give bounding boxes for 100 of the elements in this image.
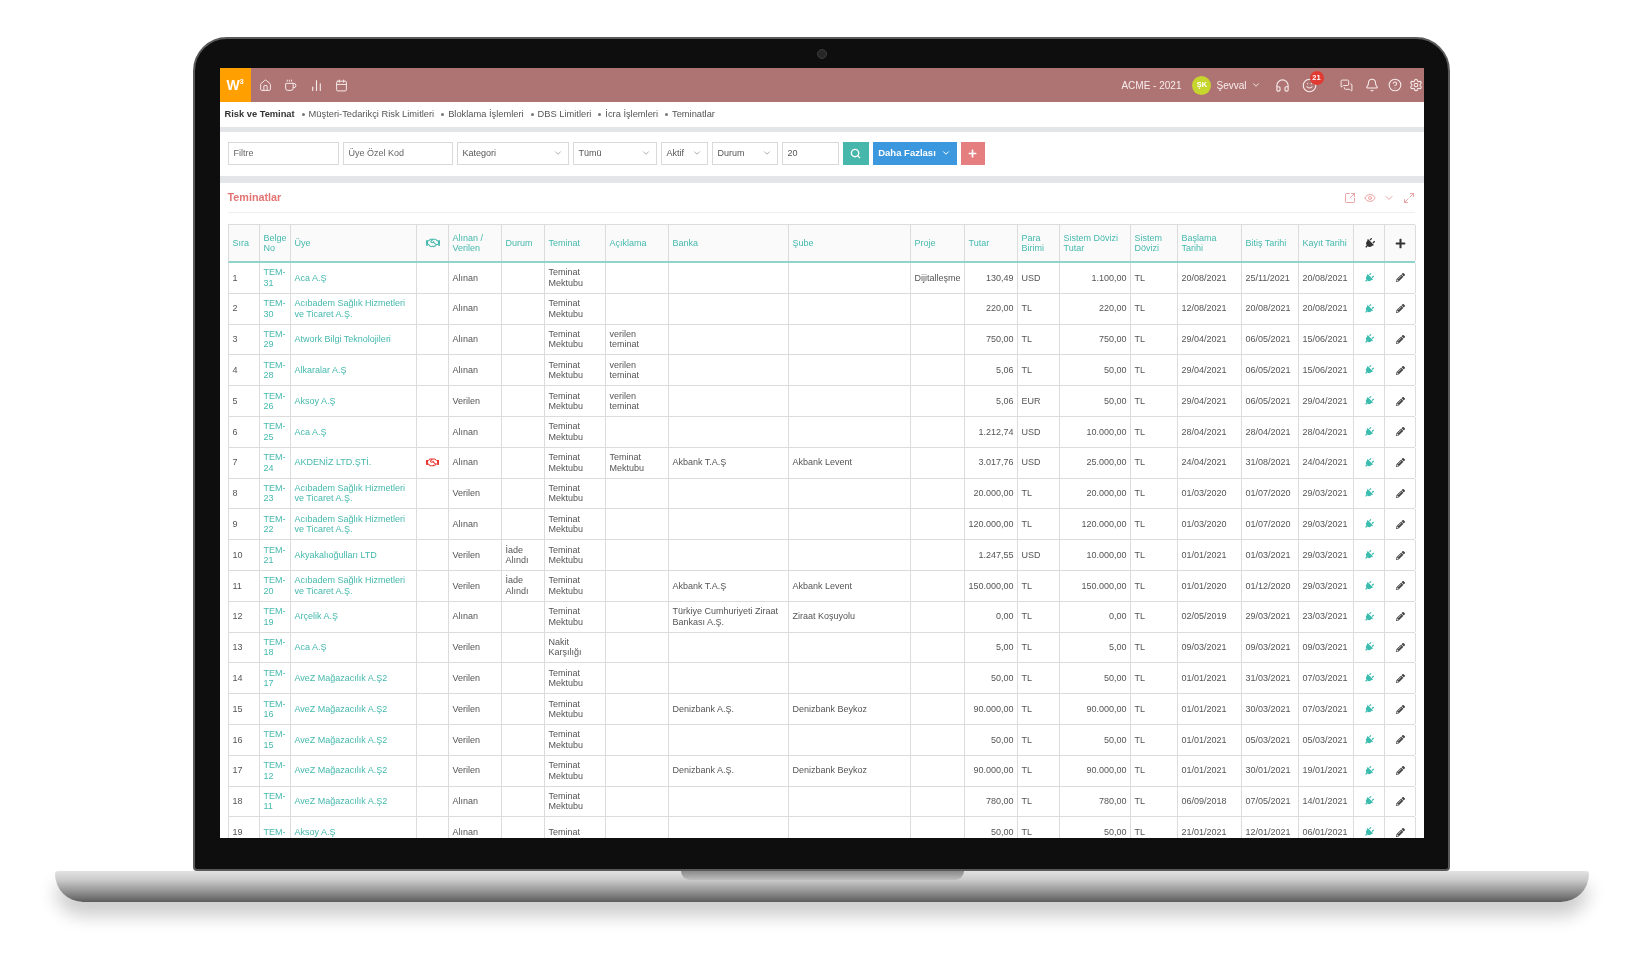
document-link[interactable]: TEM-21 (263, 544, 287, 566)
document-link[interactable]: TEM-26 (263, 390, 287, 412)
document-link[interactable]: TEM-31 (263, 267, 287, 289)
pencil-icon[interactable] (1395, 458, 1405, 468)
member-link[interactable]: Aca A.Ş (294, 642, 327, 653)
breadcrumb-link[interactable]: İcra İşlemleri (605, 107, 658, 122)
column-header[interactable]: Sistem Dövizi (1130, 225, 1178, 261)
pencil-icon[interactable] (1395, 427, 1405, 437)
document-link[interactable]: TEM-16 (263, 698, 287, 720)
filter-dropdown[interactable]: Tümü (572, 142, 657, 165)
pencil-icon[interactable] (1395, 488, 1405, 498)
column-header[interactable]: Bitiş Tarihi (1241, 225, 1299, 261)
export-icon[interactable] (1344, 191, 1356, 204)
document-link[interactable]: TEM-25 (263, 421, 287, 443)
document-link[interactable]: TEM-30 (263, 298, 287, 320)
document-link[interactable]: TEM-18 (263, 636, 287, 658)
bell-icon[interactable] (1364, 78, 1379, 92)
search-button[interactable] (842, 142, 869, 165)
app-logo[interactable]: W$^{3}$ (219, 68, 251, 102)
column-header[interactable]: Proje (910, 225, 965, 261)
pencil-icon[interactable] (1395, 304, 1405, 314)
document-link[interactable]: TEM-29 (263, 329, 287, 350)
filter-input[interactable]: Üye Özel Kod (342, 142, 453, 165)
member-link[interactable]: Akyakalıoğulları LTD (294, 549, 377, 561)
help-icon[interactable] (1387, 78, 1402, 92)
column-header[interactable]: Sistem Dövizi Tutar (1059, 225, 1131, 261)
column-header[interactable]: Başlama Tarihi (1177, 225, 1242, 261)
column-header[interactable]: Açıklama (605, 225, 669, 261)
pencil-icon[interactable] (1395, 673, 1405, 683)
user-menu[interactable]: Şevval (1216, 77, 1261, 93)
document-link[interactable]: TEM- (263, 827, 286, 838)
breadcrumb-link[interactable]: Müşteri-Tedarikçi Risk Limitleri (308, 107, 435, 122)
document-link[interactable]: TEM-19 (263, 606, 287, 628)
member-link[interactable]: AveZ Mağazacılık A.Ş2 (294, 673, 388, 684)
pencil-icon[interactable] (1395, 796, 1405, 806)
breadcrumb-link[interactable]: Bloklama İşlemleri (448, 107, 524, 122)
member-link[interactable]: Arçelik A.Ş (294, 611, 338, 622)
pencil-icon[interactable] (1395, 273, 1405, 283)
more-button[interactable]: Daha Fazlası (872, 142, 957, 165)
filter-dropdown[interactable]: Kategori (456, 142, 569, 165)
member-link[interactable]: Aca A.Ş (294, 272, 327, 284)
column-header[interactable]: Belge No (259, 225, 291, 261)
calendar-icon[interactable] (335, 78, 348, 92)
column-header[interactable]: Durum (501, 225, 545, 261)
column-header[interactable]: Tutar (964, 225, 1018, 261)
document-link[interactable]: TEM-20 (263, 575, 287, 597)
pencil-icon[interactable] (1395, 396, 1405, 406)
pencil-icon[interactable] (1395, 642, 1405, 652)
member-link[interactable]: Atwork Bilgi Teknolojileri (294, 334, 391, 345)
member-link[interactable]: Acıbadem Sağlık Hizmetleri ve Ticaret A.Ş. (294, 513, 413, 535)
bar-chart-icon[interactable] (309, 78, 323, 92)
filter-dropdown[interactable]: Aktif (660, 142, 708, 165)
column-header[interactable]: Kayıt Tarihi (1298, 225, 1354, 261)
document-link[interactable]: TEM-24 (263, 452, 287, 474)
pencil-icon[interactable] (1395, 365, 1405, 375)
pencil-icon[interactable] (1395, 335, 1405, 344)
column-header[interactable]: Banka (668, 225, 789, 261)
document-link[interactable]: TEM-23 (263, 482, 287, 504)
settings-icon[interactable] (1408, 78, 1423, 92)
column-header[interactable]: Para Birimi (1017, 225, 1060, 261)
member-link[interactable]: AveZ Mağazacılık A.Ş2 (294, 734, 388, 746)
pencil-icon[interactable] (1395, 766, 1405, 776)
document-link[interactable]: TEM-11 (263, 790, 287, 812)
pencil-icon[interactable] (1395, 612, 1405, 622)
column-header[interactable]: Şube (788, 225, 911, 261)
document-link[interactable]: TEM-12 (263, 760, 287, 782)
home-icon[interactable] (258, 78, 272, 92)
member-link[interactable]: AveZ Mağazacılık A.Ş2 (294, 703, 388, 715)
expand-icon[interactable] (1402, 191, 1415, 204)
column-header[interactable]: Üye (290, 225, 417, 261)
pencil-icon[interactable] (1395, 704, 1405, 714)
member-link[interactable]: AveZ Mağazacılık A.Ş2 (294, 765, 388, 776)
add-button[interactable] (960, 142, 985, 165)
member-link[interactable]: Acıbadem Sağlık Hizmetleri ve Ticaret A.Ş. (294, 575, 413, 597)
breadcrumb-link[interactable]: DBS Limitleri (537, 107, 592, 122)
member-link[interactable]: Alkaralar A.Ş (294, 365, 347, 376)
member-link[interactable]: Aca A.Ş (294, 426, 327, 438)
filter-dropdown[interactable]: Durum (711, 142, 778, 165)
member-link[interactable]: Aksoy A.Ş (294, 395, 336, 407)
column-header[interactable]: Teminat (544, 225, 606, 261)
eye-icon[interactable] (1363, 191, 1376, 204)
document-link[interactable]: TEM-17 (263, 667, 287, 689)
column-header[interactable]: Alınan / Verilen (448, 225, 502, 261)
breadcrumb-link[interactable]: Teminatlar (672, 107, 715, 122)
headset-icon[interactable] (1274, 77, 1290, 93)
member-link[interactable]: Aksoy A.Ş (294, 827, 336, 838)
member-link[interactable]: AveZ Mağazacılık A.Ş2 (294, 796, 388, 807)
pencil-icon[interactable] (1395, 827, 1405, 837)
filter-input[interactable]: 20 (781, 142, 839, 165)
pencil-icon[interactable] (1395, 581, 1405, 591)
filter-input[interactable]: Filtre (227, 142, 339, 165)
plus-icon[interactable] (1394, 237, 1406, 249)
pencil-icon[interactable] (1395, 550, 1405, 560)
document-link[interactable]: TEM-15 (263, 729, 287, 751)
pencil-icon[interactable] (1395, 735, 1405, 745)
document-link[interactable]: TEM-28 (263, 359, 287, 381)
column-header[interactable]: Sıra (228, 225, 260, 261)
member-link[interactable]: Acıbadem Sağlık Hizmetleri ve Ticaret A.Ş. (294, 482, 413, 504)
member-link[interactable]: Acıbadem Sağlık Hizmetleri ve Ticaret A.Ş. (294, 298, 413, 320)
chat-icon[interactable] (1339, 78, 1353, 92)
